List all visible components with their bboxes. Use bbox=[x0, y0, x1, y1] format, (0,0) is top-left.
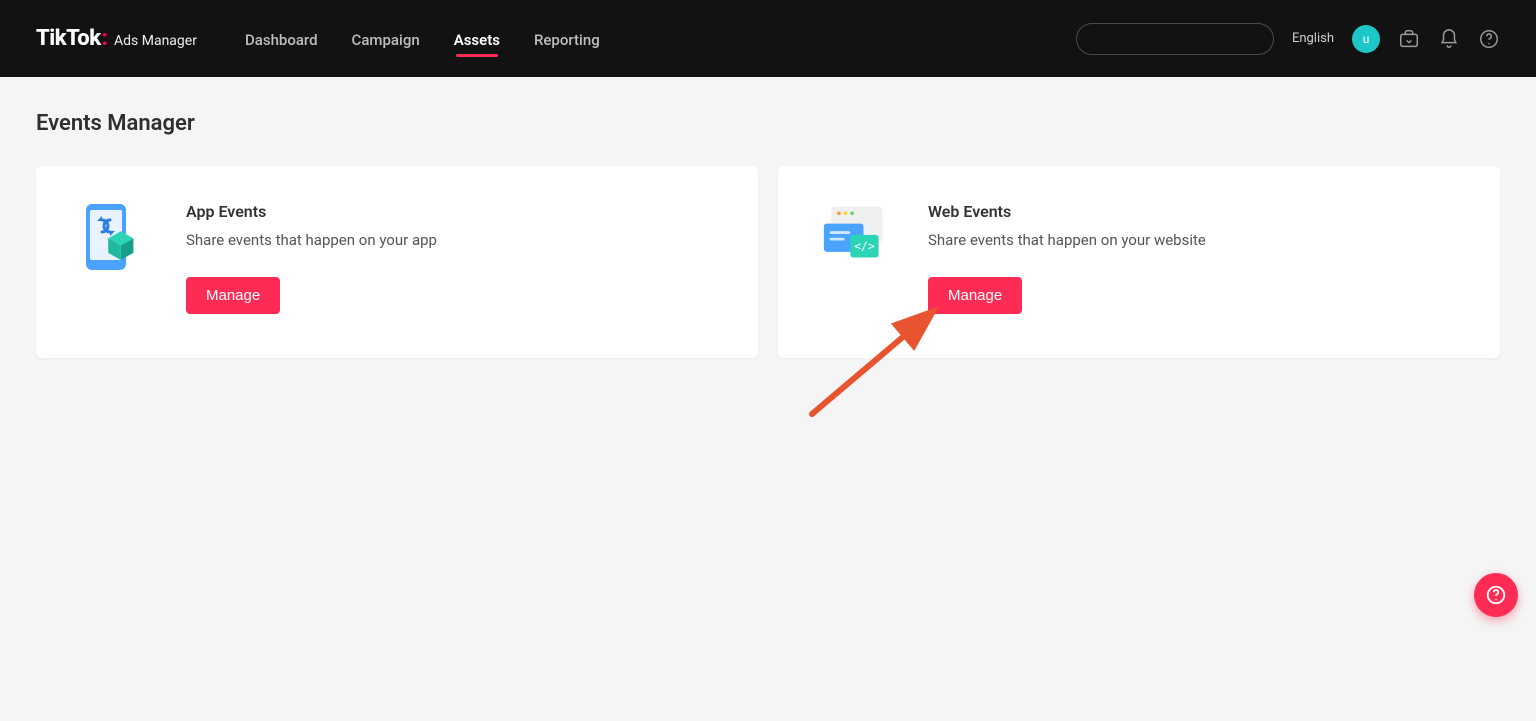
help-icon[interactable] bbox=[1478, 28, 1500, 50]
app-events-icon bbox=[80, 202, 142, 274]
svg-text:</>: </> bbox=[854, 240, 875, 253]
header-right: English u bbox=[1076, 23, 1500, 55]
web-events-description: Share events that happen on your website bbox=[928, 231, 1460, 249]
help-circle-icon bbox=[1485, 584, 1507, 606]
page-title: Events Manager bbox=[36, 111, 1500, 136]
cards-grid: App Events Share events that happen on y… bbox=[36, 166, 1500, 358]
app-events-title: App Events bbox=[186, 202, 718, 221]
web-events-icon: </> bbox=[822, 202, 884, 274]
nav-dashboard[interactable]: Dashboard bbox=[245, 5, 318, 73]
web-events-title: Web Events bbox=[928, 202, 1460, 221]
app-events-card: App Events Share events that happen on y… bbox=[36, 166, 758, 358]
top-header: TikTok : Ads Manager Dashboard Campaign … bbox=[0, 0, 1536, 77]
brand-colon-icon: : bbox=[102, 26, 108, 51]
brand-logo[interactable]: TikTok : Ads Manager bbox=[36, 26, 197, 51]
floating-help-button[interactable] bbox=[1474, 573, 1518, 617]
avatar[interactable]: u bbox=[1352, 25, 1380, 53]
web-events-manage-button[interactable]: Manage bbox=[928, 277, 1022, 314]
nav-reporting[interactable]: Reporting bbox=[534, 5, 600, 73]
app-events-manage-button[interactable]: Manage bbox=[186, 277, 280, 314]
brand-main: TikTok bbox=[36, 26, 101, 51]
search-input[interactable] bbox=[1076, 23, 1274, 55]
bell-icon[interactable] bbox=[1438, 28, 1460, 50]
nav-campaign[interactable]: Campaign bbox=[352, 5, 420, 73]
header-left: TikTok : Ads Manager Dashboard Campaign … bbox=[36, 5, 600, 73]
app-events-body: App Events Share events that happen on y… bbox=[186, 202, 718, 314]
main-content: Events Manager App Events bbox=[0, 77, 1536, 392]
briefcase-icon[interactable] bbox=[1398, 28, 1420, 50]
language-selector[interactable]: English bbox=[1292, 31, 1334, 46]
nav-assets[interactable]: Assets bbox=[454, 5, 500, 73]
main-nav: Dashboard Campaign Assets Reporting bbox=[245, 5, 600, 73]
web-events-card: </> Web Events Share events that happen … bbox=[778, 166, 1500, 358]
brand-sub: Ads Manager bbox=[114, 33, 197, 49]
web-events-body: Web Events Share events that happen on y… bbox=[928, 202, 1460, 314]
app-events-description: Share events that happen on your app bbox=[186, 231, 718, 249]
